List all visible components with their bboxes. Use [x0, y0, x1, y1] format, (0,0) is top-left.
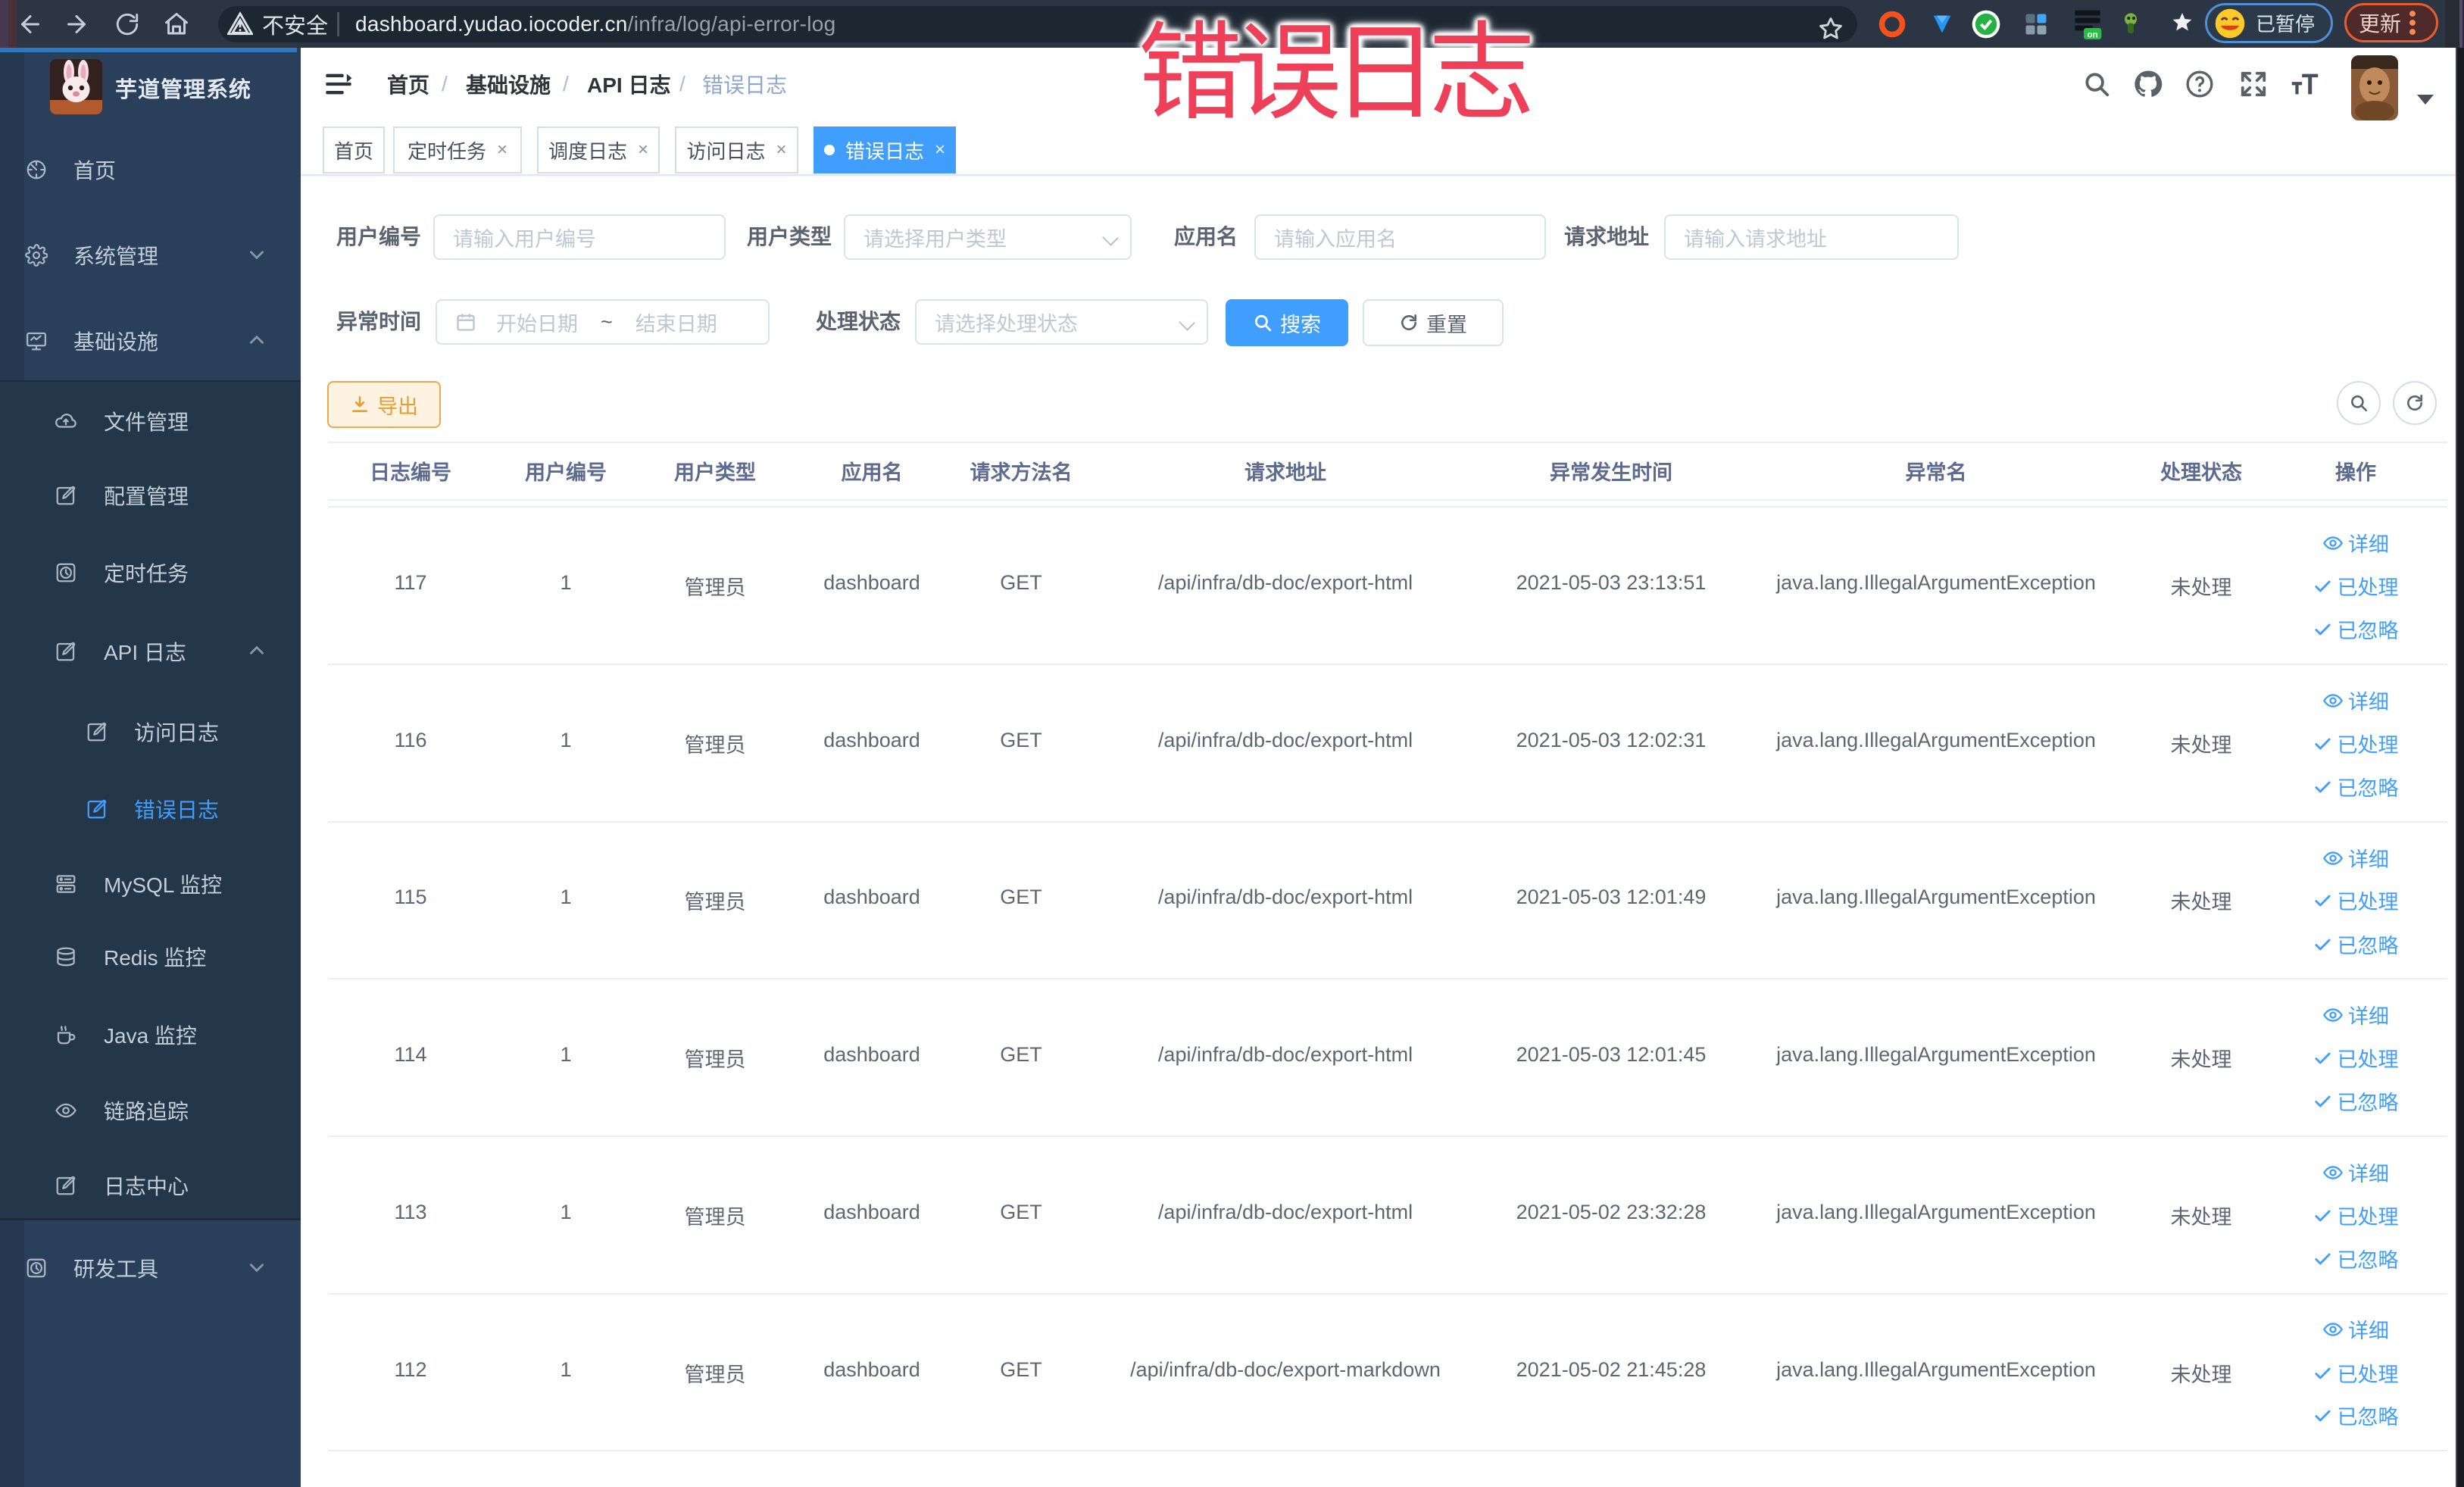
svg-text:on: on	[2088, 30, 2098, 40]
